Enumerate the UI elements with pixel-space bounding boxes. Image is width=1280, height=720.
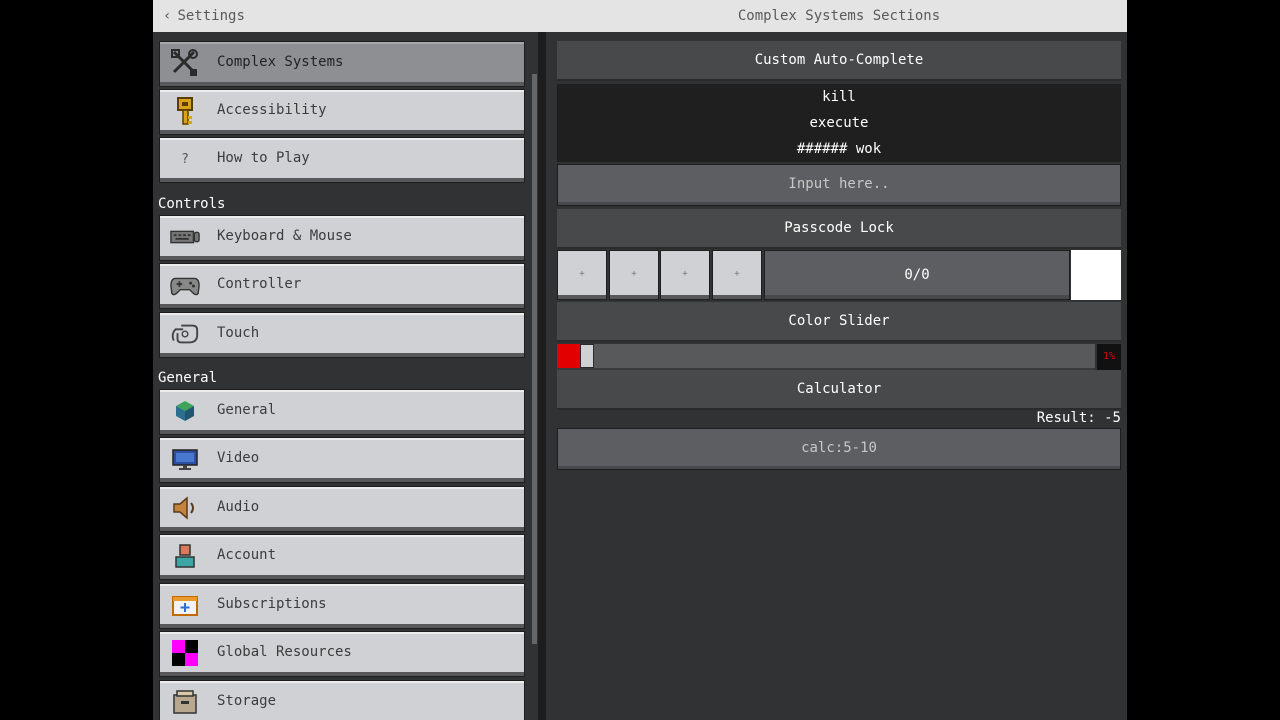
passcode-digit-button[interactable]: + <box>557 250 607 300</box>
settings-window: ‹ Settings Complex Systems Sections Compl… <box>153 0 1127 720</box>
passcode-digit-button[interactable]: + <box>609 250 659 300</box>
color-slider-handle[interactable] <box>580 344 594 368</box>
color-slider-value: 1% <box>1097 344 1121 370</box>
sidebar-item-complex-systems[interactable]: Complex Systems <box>159 41 525 87</box>
account-icon <box>170 541 200 571</box>
sidebar-item-label: Subscriptions <box>217 596 327 612</box>
suggestion-item[interactable]: kill <box>557 84 1121 110</box>
passcode-title: Passcode Lock <box>557 209 1121 249</box>
checker-icon <box>170 638 200 668</box>
suggestion-item[interactable]: ###### wok <box>557 136 1121 162</box>
passcode-digit-button[interactable]: + <box>660 250 710 300</box>
panel-divider <box>538 32 546 720</box>
section-label-general: General <box>158 370 218 386</box>
sidebar-item-label: Video <box>217 450 260 466</box>
page-title: Complex Systems Sections <box>737 8 941 24</box>
sidebar-item-label: General <box>217 402 277 418</box>
sidebar-item-label: Audio <box>217 499 260 515</box>
cube-icon <box>170 396 200 426</box>
sidebar-item-how-to-play[interactable]: ? How to Play <box>159 137 525 183</box>
sidebar-scrollbar[interactable] <box>532 74 537 644</box>
sidebar-item-label: Touch <box>217 325 260 341</box>
autocomplete-suggestions: kill execute ###### wok <box>557 84 1121 162</box>
chevron-left-icon: ‹ <box>163 8 172 24</box>
calculator-title: Calculator <box>557 370 1121 410</box>
sidebar-item-label: Controller <box>217 276 302 292</box>
monitor-icon <box>170 444 200 474</box>
back-button[interactable]: ‹ Settings <box>163 0 245 32</box>
sidebar-item-touch[interactable]: Touch <box>159 312 525 358</box>
sidebar-item-label: Account <box>217 547 277 563</box>
calculator-input[interactable]: calc:5-10 <box>557 428 1121 470</box>
sidebar-item-label: Keyboard & Mouse <box>217 228 352 244</box>
touch-icon <box>170 319 200 349</box>
controller-icon <box>170 270 200 300</box>
sidebar-item-keyboard-mouse[interactable]: Keyboard & Mouse <box>159 215 525 261</box>
section-label-controls: Controls <box>158 196 226 212</box>
keyboard-icon <box>170 222 200 252</box>
back-label: Settings <box>177 8 245 24</box>
question-icon: ? <box>181 151 189 167</box>
passcode-digit-button[interactable]: + <box>712 250 762 300</box>
sidebar-item-label: Complex Systems <box>217 54 344 70</box>
calculator-result: Result: -5 <box>1036 410 1121 426</box>
sidebar-item-controller[interactable]: Controller <box>159 263 525 309</box>
passcode-display: 0/0 <box>764 250 1070 300</box>
sidebar-item-label: Storage <box>217 693 277 709</box>
sidebar-item-global-resources[interactable]: Global Resources <box>159 631 525 677</box>
sidebar-item-account[interactable]: Account <box>159 534 525 580</box>
storage-icon <box>170 687 200 717</box>
color-slider-track[interactable] <box>557 344 1095 370</box>
color-slider-title: Color Slider <box>557 302 1121 342</box>
key-icon <box>170 96 200 126</box>
sidebar-item-accessibility[interactable]: Accessibility <box>159 89 525 135</box>
suggestion-item[interactable]: execute <box>557 110 1121 136</box>
sidebar-item-storage[interactable]: Storage <box>159 680 525 720</box>
sidebar-item-video[interactable]: Video <box>159 437 525 483</box>
sidebar-item-label: Global Resources <box>217 644 352 660</box>
passcode-color-swatch <box>1071 250 1121 300</box>
speaker-icon <box>170 493 200 523</box>
sidebar-item-general[interactable]: General <box>159 389 525 435</box>
top-bar: ‹ Settings Complex Systems Sections <box>153 0 1127 32</box>
sidebar-item-label: Accessibility <box>217 102 327 118</box>
sidebar-item-label: How to Play <box>217 150 310 166</box>
subscriptions-icon <box>170 590 200 620</box>
autocomplete-input[interactable]: Input here.. <box>557 164 1121 206</box>
content-panel: Custom Auto-Complete kill execute ######… <box>546 32 1127 720</box>
color-slider-fill <box>557 344 580 368</box>
sidebar: Complex Systems Accessibility ? How to P… <box>153 32 538 720</box>
sidebar-item-subscriptions[interactable]: Subscriptions <box>159 583 525 629</box>
sidebar-item-audio[interactable]: Audio <box>159 486 525 532</box>
autocomplete-title: Custom Auto-Complete <box>557 41 1121 81</box>
tools-icon <box>170 48 200 78</box>
